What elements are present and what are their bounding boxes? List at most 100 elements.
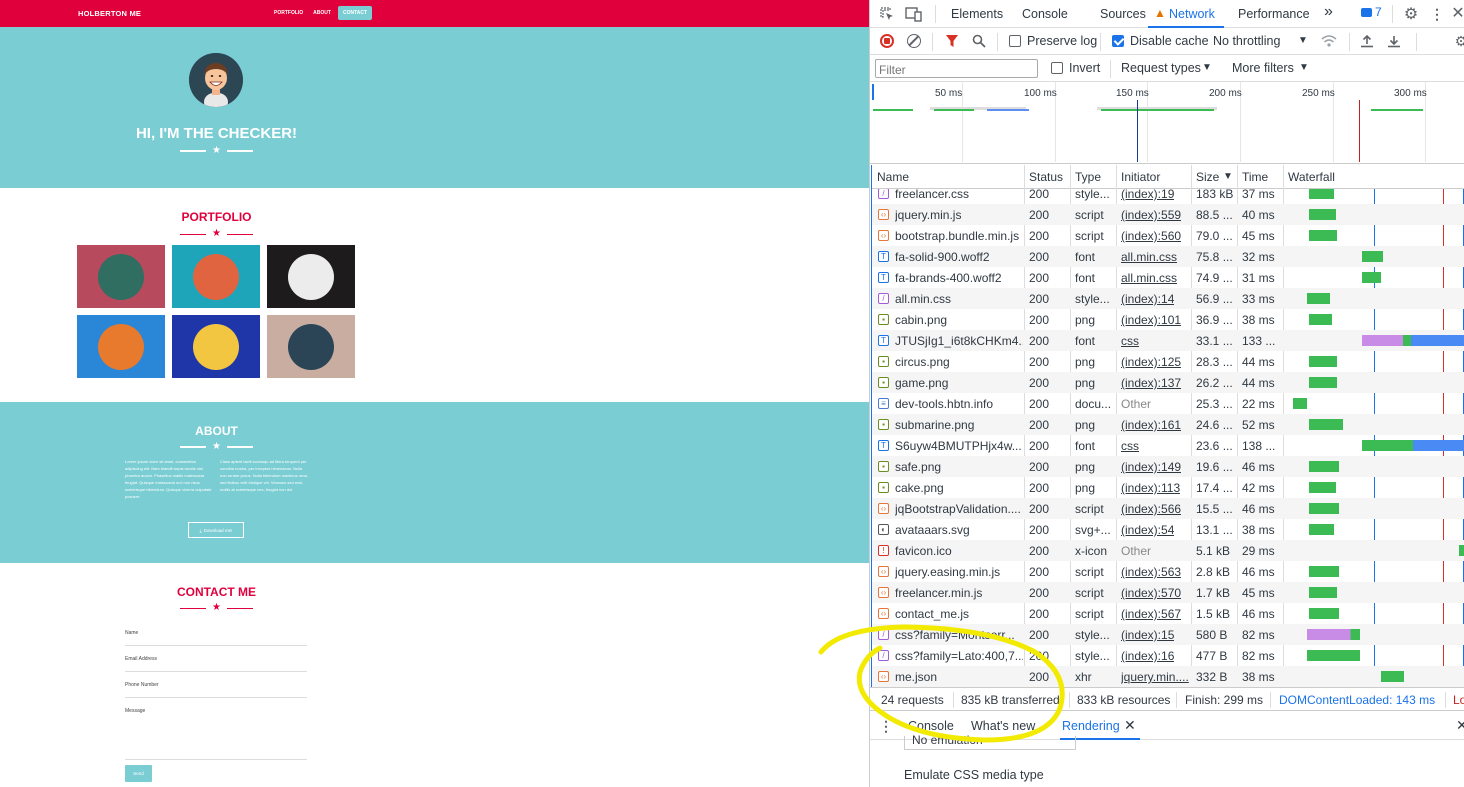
- table-row[interactable]: / css?family=Lato:400,7... 200 style... (ind…: [872, 645, 1464, 666]
- tab-network[interactable]: Network: [1169, 7, 1215, 21]
- request-types-dropdown[interactable]: Request types: [1121, 61, 1201, 75]
- table-row[interactable]: ! favicon.ico 200 x-icon Other 5.1 kB 29 ms: [872, 540, 1464, 561]
- tab-performance[interactable]: Performance: [1238, 7, 1310, 21]
- filter-icon[interactable]: [944, 33, 960, 49]
- table-row[interactable]: ◐ avataaars.svg 200 svg+... (index):54 13.1 .…: [872, 519, 1464, 540]
- cell-initiator[interactable]: (index):125: [1121, 355, 1181, 369]
- cell-initiator[interactable]: (index):563: [1121, 565, 1181, 579]
- table-row[interactable]: / css?family=Montserr... 200 style... (index…: [872, 624, 1464, 645]
- table-row[interactable]: ▪ submarine.png 200 png (index):161 24.6 ... 5…: [872, 414, 1464, 435]
- table-row[interactable]: ‹› freelancer.min.js 200 script (index):570 1…: [872, 582, 1464, 603]
- cell-initiator[interactable]: (index):113: [1121, 481, 1180, 495]
- invert-checkbox[interactable]: [1051, 62, 1063, 74]
- cell-initiator[interactable]: (index):101: [1121, 313, 1181, 327]
- site-brand[interactable]: HOLBERTON ME: [78, 9, 141, 18]
- table-row[interactable]: ‹› me.json 200 xhr jquery.min.... 332 B 38 ms: [872, 666, 1464, 687]
- cell-initiator[interactable]: (index):161: [1121, 418, 1181, 432]
- chevron-down-icon[interactable]: ▼: [1202, 62, 1212, 73]
- column-size[interactable]: Size: [1196, 170, 1219, 184]
- cell-initiator[interactable]: (index):54: [1121, 523, 1174, 537]
- phone-field[interactable]: Phone Number: [125, 682, 307, 698]
- drawer-tab-rendering[interactable]: Rendering: [1062, 719, 1120, 733]
- network-settings-gear-icon[interactable]: ⚙: [1453, 33, 1464, 49]
- table-row[interactable]: / all.min.css 200 style... (index):14 56.9 ..…: [872, 288, 1464, 309]
- cell-initiator[interactable]: css: [1121, 439, 1139, 453]
- table-row[interactable]: Tfa-brands-400.woff2 200 font all.min.css 74…: [872, 267, 1464, 288]
- table-row[interactable]: ▪ cake.png 200 png (index):113 17.4 ... 42 ms: [872, 477, 1464, 498]
- chevron-down-icon[interactable]: ▼: [1298, 35, 1308, 46]
- emulation-select[interactable]: No emulation: [904, 734, 1076, 750]
- chevron-down-icon[interactable]: ▼: [1299, 62, 1309, 73]
- cell-initiator[interactable]: (index):570: [1121, 586, 1181, 600]
- table-row[interactable]: ‹› contact_me.js 200 script (index):567 1.5 k…: [872, 603, 1464, 624]
- cell-initiator[interactable]: (index):560: [1121, 229, 1181, 243]
- table-row[interactable]: ▪ circus.png 200 png (index):125 28.3 ... 44 m…: [872, 351, 1464, 372]
- cell-initiator[interactable]: (index):16: [1121, 649, 1174, 663]
- cell-initiator[interactable]: css: [1121, 334, 1139, 348]
- cell-initiator[interactable]: (index):567: [1121, 607, 1181, 621]
- table-row[interactable]: / freelancer.css 200 style... (index):19 183 …: [872, 189, 1464, 204]
- clear-icon[interactable]: [907, 34, 921, 48]
- table-row[interactable]: ‹› jquery.easing.min.js 200 script (index):5…: [872, 561, 1464, 582]
- table-row[interactable]: ▪ cabin.png 200 png (index):101 36.9 ... 38 ms: [872, 309, 1464, 330]
- download-button[interactable]: ⤓ Download me!: [188, 522, 244, 538]
- table-row[interactable]: T S6uyw4BMUTPHjx4w... 200 font css 23.6 ... 13…: [872, 435, 1464, 456]
- cell-initiator[interactable]: all.min.css: [1121, 250, 1177, 264]
- more-filters-dropdown[interactable]: More filters: [1232, 61, 1294, 75]
- nav-about[interactable]: ABOUT: [308, 6, 336, 20]
- table-row[interactable]: ‹› jqBootstrapValidation.... 200 script (ind…: [872, 498, 1464, 519]
- portfolio-item-submarine[interactable]: [267, 315, 355, 378]
- issues-badge[interactable]: 7: [1361, 5, 1382, 19]
- message-field[interactable]: Message: [125, 708, 307, 760]
- table-row[interactable]: ▪ safe.png 200 png (index):149 19.6 ... 46 ms: [872, 456, 1464, 477]
- cell-initiator[interactable]: (index):559: [1121, 208, 1181, 222]
- more-tabs-button[interactable]: »: [1324, 3, 1333, 21]
- import-har-icon[interactable]: [1359, 33, 1375, 49]
- column-type[interactable]: Type: [1075, 170, 1101, 184]
- cell-initiator[interactable]: (index):14: [1121, 292, 1174, 306]
- portfolio-item-cake[interactable]: [172, 245, 260, 308]
- tab-console[interactable]: Console: [1022, 7, 1068, 21]
- record-stop-button[interactable]: [880, 34, 894, 48]
- filter-input[interactable]: Filter: [875, 59, 1038, 78]
- gear-icon[interactable]: ⚙: [1402, 5, 1420, 23]
- portfolio-item-circus[interactable]: [267, 245, 355, 308]
- table-row[interactable]: T JTUSjIg1_i6t8kCHKm4... 200 font css 33.1 ..…: [872, 330, 1464, 351]
- drawer-tab-console[interactable]: Console: [908, 719, 954, 733]
- tab-sources[interactable]: Sources: [1100, 7, 1146, 21]
- email-field[interactable]: Email Address: [125, 656, 307, 672]
- drawer-menu-icon[interactable]: ⋮: [879, 718, 893, 734]
- cell-initiator[interactable]: (index):566: [1121, 502, 1181, 516]
- tab-elements[interactable]: Elements: [951, 7, 1003, 21]
- network-conditions-icon[interactable]: [1320, 33, 1338, 49]
- export-har-icon[interactable]: [1386, 33, 1402, 49]
- cell-initiator[interactable]: all.min.css: [1121, 271, 1177, 285]
- cell-initiator[interactable]: jquery.min....: [1121, 670, 1189, 684]
- portfolio-item-cabin[interactable]: [77, 245, 165, 308]
- table-row[interactable]: ▪ game.png 200 png (index):137 26.2 ... 44 ms: [872, 372, 1464, 393]
- cell-initiator[interactable]: (index):149: [1121, 460, 1181, 474]
- table-row[interactable]: ‹› jquery.min.js 200 script (index):559 88.5 …: [872, 204, 1464, 225]
- throttling-select[interactable]: No throttling: [1213, 34, 1280, 48]
- table-row[interactable]: ≡ dev-tools.hbtn.info 200 docu... Other 25.3 …: [872, 393, 1464, 414]
- table-row[interactable]: Tfa-solid-900.woff2 200 font all.min.css 75.…: [872, 246, 1464, 267]
- column-time[interactable]: Time: [1242, 170, 1268, 184]
- portfolio-item-safe[interactable]: [172, 315, 260, 378]
- column-status[interactable]: Status: [1029, 170, 1063, 184]
- column-initiator[interactable]: Initiator: [1121, 170, 1160, 184]
- drawer-tab-whats-new[interactable]: What's new: [971, 719, 1035, 733]
- search-icon[interactable]: [971, 33, 987, 49]
- nav-contact[interactable]: CONTACT: [337, 6, 373, 20]
- preserve-log-checkbox[interactable]: [1009, 35, 1021, 47]
- send-button[interactable]: Send: [125, 765, 152, 782]
- device-toolbar-icon[interactable]: [905, 6, 923, 22]
- disable-cache-checkbox[interactable]: [1112, 35, 1124, 47]
- cell-initiator[interactable]: (index):137: [1121, 376, 1181, 390]
- cell-initiator[interactable]: (index):15: [1121, 628, 1174, 642]
- close-drawer-tab-icon[interactable]: ✕: [1124, 717, 1136, 734]
- overview-range-handle[interactable]: [872, 84, 874, 100]
- column-waterfall[interactable]: Waterfall: [1288, 170, 1335, 184]
- column-name[interactable]: Name: [877, 170, 909, 184]
- name-field[interactable]: Name: [125, 630, 307, 646]
- inspect-element-icon[interactable]: [878, 6, 896, 22]
